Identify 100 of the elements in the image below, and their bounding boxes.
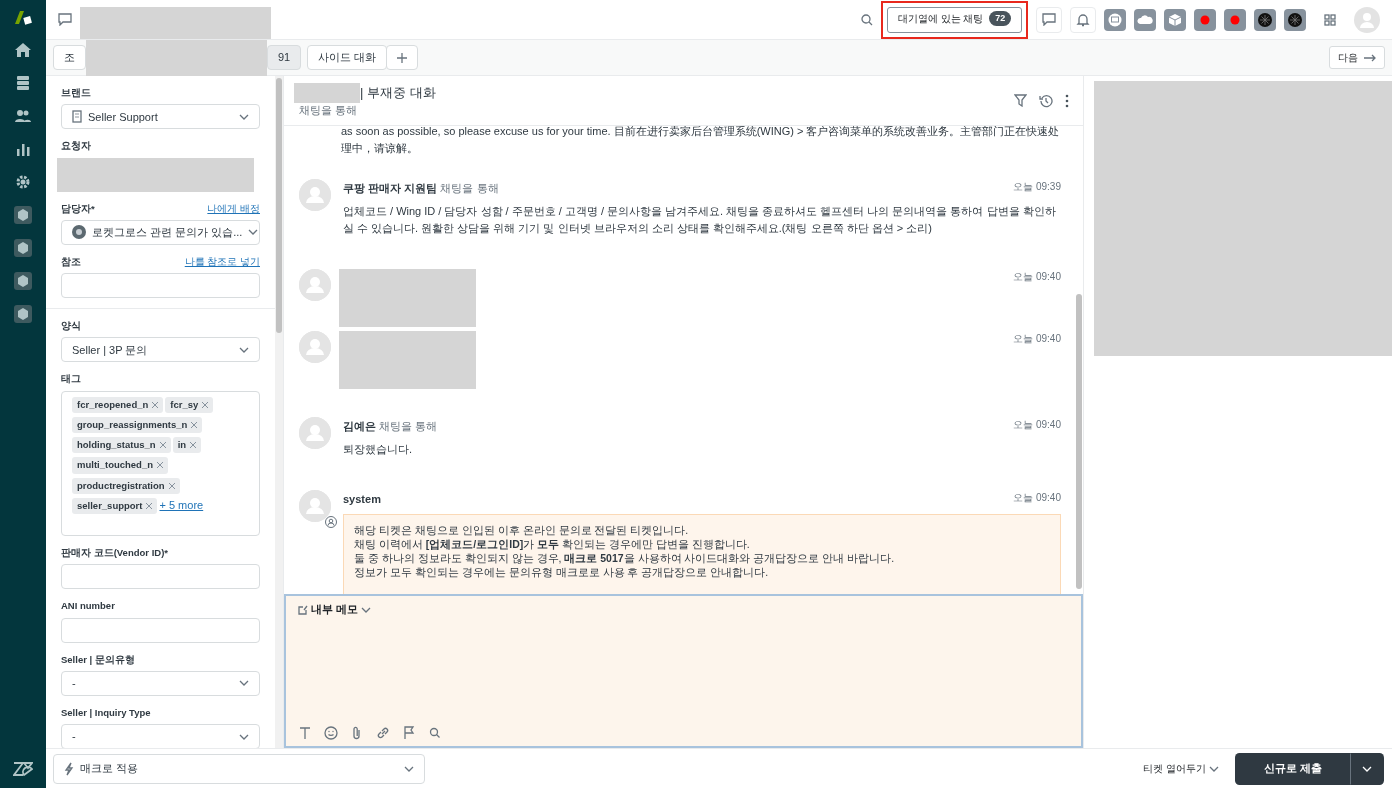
compose-mode-dropdown[interactable]: 내부 메모 — [298, 602, 371, 618]
note-line: 채팅 이력에서 [업체코드/로그인ID]가 모두 확인되는 경우에만 답변을 진행합니다. — [354, 537, 751, 551]
home-icon[interactable] — [14, 41, 32, 59]
wheel-icon[interactable] — [1287, 11, 1303, 28]
field-label: 참조 — [61, 254, 81, 269]
queue-chat-button[interactable]: 대기열에 있는 채팅 72 — [887, 6, 1022, 33]
users-icon[interactable] — [14, 107, 32, 125]
close-icon[interactable] — [191, 421, 198, 428]
author-name: 쿠팡 판매자 지원팀 — [343, 182, 438, 194]
chat-icon[interactable] — [58, 13, 72, 26]
field-label: Seller | Inquiry Type — [61, 705, 151, 720]
close-icon[interactable] — [152, 401, 159, 408]
monitor-icon[interactable] — [1107, 11, 1123, 28]
field-label: 담당자* — [61, 201, 95, 216]
close-icon[interactable] — [190, 442, 197, 449]
tag-label: group_reassignments_n — [77, 417, 188, 432]
chevron-down-icon — [239, 113, 249, 120]
tag-label: fcr_sy — [170, 397, 199, 412]
tag-label: seller_support — [77, 498, 143, 513]
cube-icon[interactable] — [1167, 11, 1183, 28]
avatar-icon — [72, 225, 86, 240]
search-icon[interactable] — [428, 726, 442, 740]
link-icon[interactable] — [376, 726, 390, 740]
chat-button[interactable] — [1036, 6, 1062, 33]
macro-select[interactable]: 매크로 적용 — [53, 753, 425, 784]
cube-icon[interactable] — [14, 305, 32, 323]
submit-button[interactable]: 신규로 제출 — [1235, 752, 1351, 785]
conversation-title: | 부재중 대화 — [360, 83, 436, 102]
field-label: 요청자 — [61, 139, 91, 154]
input-field[interactable] — [61, 617, 260, 643]
message-time: 오늘 09:40 — [1013, 491, 1061, 505]
field-label: 양식 — [61, 319, 81, 333]
message-time: 오늘 09:40 — [1013, 270, 1061, 284]
chevron-down-icon — [360, 606, 371, 613]
assign-link[interactable]: 나에게 배정 — [207, 201, 260, 216]
chevron-down-icon — [404, 765, 414, 772]
close-icon[interactable] — [157, 462, 163, 469]
add-tab-button[interactable] — [386, 45, 419, 70]
notification-button[interactable] — [1070, 6, 1096, 33]
chat-icon — [1042, 13, 1056, 26]
close-icon[interactable] — [159, 442, 166, 449]
tab[interactable]: 조 — [53, 45, 86, 70]
cube-icon[interactable] — [14, 206, 32, 224]
assign-link[interactable]: 나를 참조로 넣기 — [184, 254, 260, 269]
chevron-down-icon — [248, 229, 259, 236]
select-field[interactable]: - — [61, 724, 260, 748]
select-field[interactable]: - — [61, 670, 260, 696]
tag-label: fcr_reopened_n — [77, 397, 149, 412]
cube-icon[interactable] — [14, 272, 32, 290]
wheel-icon[interactable] — [1257, 11, 1273, 28]
tab[interactable]: 91 — [267, 45, 302, 70]
close-icon[interactable] — [168, 482, 175, 489]
note-line: 정보가 모두 확인되는 경우에는 문의유형 매크로로 사용 후 공개답장으로 안내합니다. — [354, 565, 770, 579]
close-icon[interactable] — [146, 502, 153, 509]
emoji-icon[interactable] — [324, 726, 338, 740]
scrollbar[interactable] — [275, 76, 283, 748]
redacted-block — [294, 82, 360, 103]
more-tags-link[interactable]: + 5 more — [159, 498, 204, 511]
field-label: ANI number — [61, 599, 115, 614]
conversation-subtitle: 채팅을 통해 — [298, 102, 358, 118]
author-name: 김예은 — [343, 420, 376, 432]
tab[interactable]: 사이드 대화 — [307, 45, 388, 70]
field-label: 브랜드 — [61, 86, 91, 100]
next-button[interactable]: 다음 — [1329, 46, 1385, 69]
field-label: Seller | 문의유형 — [61, 652, 135, 667]
settings-icon[interactable] — [14, 173, 32, 191]
message-text: 업체코드 / Wing ID / 담당자 성함 / 주문번호 / 고객명 / 문의사항을 남겨주세요. 채팅을 종료하셔도 헬프센터 나의 문의내역을 통하여 답변을 확인하실 수 있습니다. 원활한 상담을 위해 기기 및 인터넷 브라우저의 소리 상태를 확인해주세요.(채팅 오른쪽 하단 옵션 > 소리) — [343, 204, 1057, 236]
tag-label: holding_status_n — [77, 438, 156, 452]
database-icon[interactable] — [14, 74, 32, 92]
chevron-down-icon — [1362, 766, 1372, 773]
note-line: 둘 중 하나의 정보라도 확인되지 않는 경우, 매크로 5017을 사용하여 사이드대화와 공개답장으로 안내 바랍니다. — [354, 551, 896, 565]
text-format-icon[interactable] — [298, 726, 312, 740]
channel-label: 채팅을 통해 — [440, 182, 499, 194]
cube-icon[interactable] — [14, 239, 32, 257]
message-time: 오늘 09:39 — [1013, 180, 1061, 194]
count-badge: 72 — [989, 10, 1011, 27]
channel-label: 채팅을 통해 — [379, 420, 438, 432]
select-field[interactable]: 로켓그로스 관련 문의가 있습... — [61, 219, 260, 245]
close-icon[interactable] — [202, 401, 209, 408]
history-icon[interactable] — [1039, 93, 1053, 108]
tag-label: multi_touched_n — [77, 458, 153, 473]
flag-icon[interactable] — [402, 726, 416, 740]
chevron-down-icon — [239, 680, 249, 687]
tag-field[interactable]: fcr_reopened_n fcr_sy group_reassignments_n holding_status_n in multi_touched_n productregistration seller_support + 5 more — [61, 390, 260, 536]
submit-options-button[interactable] — [1350, 752, 1384, 785]
input-field[interactable] — [61, 273, 260, 298]
chevron-down-icon — [239, 733, 249, 740]
lightning-icon — [64, 761, 74, 776]
field-label: 태그 — [61, 372, 81, 387]
select-field[interactable]: Seller | 3P 문의 — [61, 337, 260, 363]
avatar-icon — [299, 331, 331, 363]
search-icon[interactable] — [861, 13, 873, 26]
select-field[interactable]: Seller Support — [61, 104, 260, 130]
grid-icon[interactable] — [1324, 13, 1336, 26]
message-time: 오늘 09:40 — [1013, 418, 1061, 432]
message-text: 퇴장했습니다. — [343, 442, 414, 457]
filter-icon[interactable] — [1014, 94, 1027, 107]
more-icon[interactable] — [1065, 93, 1069, 108]
ticket-status-dropdown[interactable]: 티켓 열어두기 — [1137, 758, 1225, 779]
input-field[interactable] — [61, 564, 260, 590]
